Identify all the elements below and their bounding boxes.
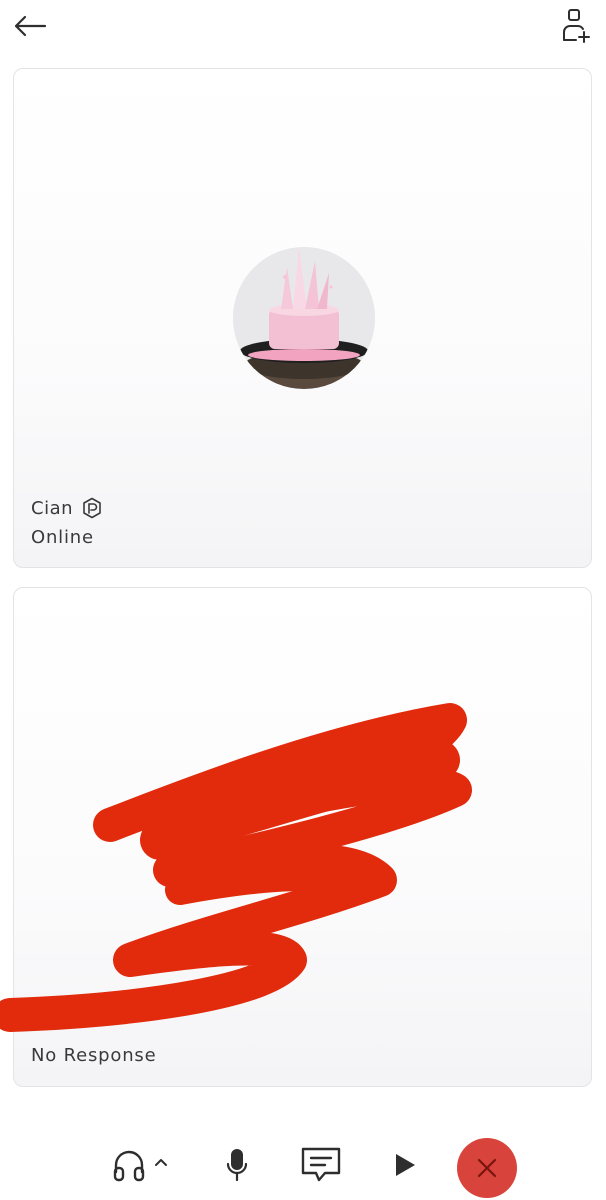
audio-output-button[interactable] <box>104 1142 176 1188</box>
participant-name: Cian <box>31 497 74 519</box>
chat-button[interactable] <box>296 1142 346 1188</box>
participant-status: Online <box>31 527 94 548</box>
close-icon <box>477 1158 497 1178</box>
play-icon <box>396 1154 415 1176</box>
chevron-up-icon <box>155 1159 167 1166</box>
participant-card-1[interactable]: Cian Online <box>13 68 592 568</box>
headphones-icon <box>113 1150 145 1182</box>
participant-avatar <box>233 247 375 389</box>
participant-card-2[interactable]: No Response <box>13 587 592 1087</box>
arrow-left-icon <box>14 15 47 37</box>
participant-status: No Response <box>31 1045 157 1066</box>
add-person-icon <box>563 9 590 43</box>
end-call-button[interactable] <box>457 1138 517 1198</box>
microphone-button[interactable] <box>214 1142 260 1188</box>
pink-crown-avatar-image <box>233 247 375 389</box>
top-bar <box>0 0 606 56</box>
microphone-icon <box>226 1149 248 1182</box>
call-controls-bar <box>0 1130 606 1200</box>
back-button[interactable] <box>8 6 52 46</box>
play-button[interactable] <box>382 1142 428 1188</box>
participant-name-row: Cian <box>31 497 103 519</box>
add-participant-button[interactable] <box>554 4 598 48</box>
premium-badge-icon <box>83 497 101 519</box>
chat-bubble-icon <box>301 1147 341 1182</box>
